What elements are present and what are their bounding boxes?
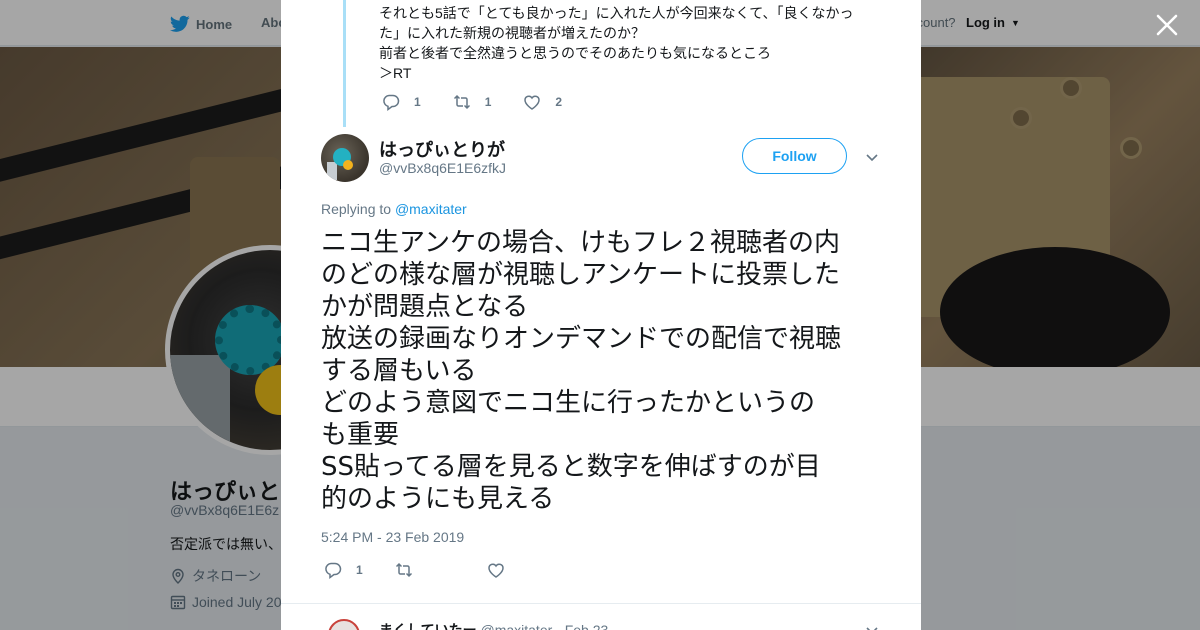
retweet-button[interactable]: 1 (453, 93, 492, 111)
replying-prefix: Replying to (321, 201, 392, 217)
previous-tweet-actions: 1 1 2 (382, 93, 594, 111)
retweet-button[interactable] (395, 561, 427, 579)
reply-icon (325, 562, 342, 579)
tweet-modal: それとも5話で「とても良かった」に入れた人が今回来なくて、「良くなかっ た」に入… (281, 0, 921, 630)
like-count: 2 (555, 95, 563, 109)
reply-button[interactable]: 1 (324, 561, 363, 579)
chevron-down-icon (866, 627, 878, 630)
thread-connector (343, 0, 346, 127)
close-icon (1156, 14, 1178, 36)
close-modal-button[interactable] (1154, 12, 1180, 38)
follow-button[interactable]: Follow (742, 138, 847, 174)
like-button[interactable]: 2 (523, 93, 562, 111)
retweet-icon (395, 562, 412, 578)
retweet-icon (453, 94, 470, 110)
heart-icon (487, 563, 504, 578)
next-tweet-display-name[interactable]: まくしていたー (379, 622, 477, 630)
retweet-count: 1 (484, 95, 492, 109)
heart-icon (524, 95, 541, 110)
reply-count: 1 (356, 563, 363, 577)
reply-icon (383, 94, 400, 111)
previous-tweet-text: それとも5話で「とても良かった」に入れた人が今回来なくて、「良くなかっ た」に入… (379, 5, 854, 81)
next-tweet-header: まくしていたー @maxitater · Feb 23 (379, 620, 608, 630)
next-tweet-menu-button[interactable] (864, 622, 880, 630)
divider (281, 603, 921, 604)
like-button[interactable] (487, 561, 519, 579)
next-tweet-avatar[interactable] (328, 619, 360, 630)
author-avatar[interactable] (321, 134, 369, 182)
author-display-name[interactable]: はっぴぃとりが (379, 136, 505, 162)
tweet-actions: 1 (324, 561, 551, 579)
author-screen-name[interactable]: @vvBx8q6E1E6zfkJ (379, 160, 506, 176)
replying-to: Replying to @maxitater (321, 201, 467, 217)
reply-button[interactable]: 1 (382, 93, 421, 111)
tweet-text: ニコ生アンケの場合、けもフレ２視聴者の内 のどの様な層が視聴しアンケートに投票し… (321, 228, 842, 514)
replying-to-link[interactable]: @maxitater (395, 201, 467, 217)
tweet-timestamp[interactable]: 5:24 PM - 23 Feb 2019 (321, 529, 464, 545)
reply-count: 1 (414, 95, 421, 109)
chevron-down-icon (866, 154, 878, 162)
next-tweet-handle-date[interactable]: @maxitater · Feb 23 (480, 622, 608, 630)
tweet-menu-button[interactable] (864, 149, 880, 165)
